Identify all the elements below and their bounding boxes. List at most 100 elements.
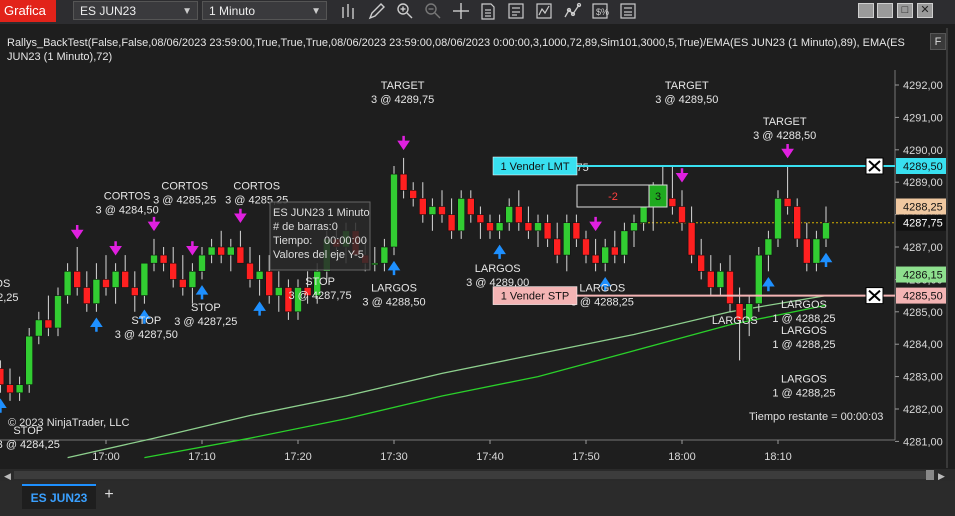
position-pnl: -2 bbox=[608, 191, 618, 203]
price-tick-label: 4290,00 bbox=[903, 145, 943, 157]
price-tick-label: 4282,00 bbox=[903, 404, 943, 416]
candle-body bbox=[438, 206, 446, 215]
candle-body bbox=[428, 206, 437, 215]
trade-annotation: LARGOS bbox=[475, 263, 521, 275]
price-badge-label: 4289,50 bbox=[903, 161, 943, 173]
app-title: Grafica bbox=[0, 0, 56, 22]
minimize-button[interactable] bbox=[858, 3, 874, 18]
interval-selector[interactable]: 1 Minuto ▼ bbox=[202, 1, 327, 20]
maximize-button[interactable] bbox=[877, 3, 893, 18]
candle-body bbox=[524, 222, 533, 232]
price-tick-label: 4284,00 bbox=[903, 339, 943, 351]
time-remaining: Tiempo restante = 00:00:03 bbox=[749, 411, 884, 423]
candle-body bbox=[495, 222, 504, 232]
chart-background bbox=[0, 28, 955, 468]
properties-icon[interactable] bbox=[508, 3, 524, 19]
candle-body bbox=[83, 287, 91, 305]
trade-annotation: 1 @ 4288,25 bbox=[772, 339, 835, 351]
trade-annotation: 1 @ 4288,25 bbox=[772, 313, 835, 325]
trade-annotation: CORTOS bbox=[161, 181, 208, 193]
candle-body bbox=[274, 287, 283, 296]
data-box-icon[interactable] bbox=[481, 3, 495, 20]
tooltip-line-3: Tiempo: bbox=[273, 235, 312, 247]
close-button[interactable]: ✕ bbox=[917, 3, 933, 18]
candle-body bbox=[812, 238, 821, 264]
candle-body bbox=[15, 384, 24, 394]
candle-body bbox=[697, 254, 706, 272]
candle-body bbox=[121, 270, 129, 288]
add-tab-button[interactable]: + bbox=[101, 486, 117, 504]
candle-body bbox=[466, 198, 475, 215]
time-tick-label: 18:00 bbox=[668, 451, 696, 463]
scroll-track[interactable] bbox=[14, 471, 926, 479]
position-qty: 3 bbox=[655, 191, 661, 203]
price-badge-label: 4285,50 bbox=[903, 291, 943, 303]
crosshair-icon[interactable] bbox=[453, 3, 469, 19]
trade-annotation: 3 @ 4288,50 bbox=[753, 130, 816, 142]
price-tick-label: 4285,00 bbox=[903, 307, 943, 319]
pencil-icon[interactable] bbox=[368, 3, 385, 20]
time-tick-label: 17:10 bbox=[188, 451, 216, 463]
position-box[interactable]: -2 3 bbox=[576, 184, 668, 208]
trade-annotation: STOP bbox=[131, 315, 161, 327]
horizontal-scrollbar[interactable]: ◀ ▶ bbox=[0, 469, 955, 481]
trade-annotation: LARGOS bbox=[712, 315, 758, 327]
candle-body bbox=[150, 254, 158, 264]
price-badge-label: 4287,75 bbox=[903, 218, 943, 230]
restore-button[interactable]: □ bbox=[897, 3, 913, 18]
order-label: 1 Vender STP bbox=[501, 291, 570, 303]
price-tick-label: 4291,00 bbox=[903, 112, 943, 124]
zoom-out-icon[interactable] bbox=[425, 3, 441, 19]
candle-body bbox=[179, 279, 187, 288]
instrument-selector[interactable]: ES JUN23 ▼ bbox=[73, 1, 198, 20]
price-tick-label: 4287,00 bbox=[903, 242, 943, 254]
panel-button[interactable]: F bbox=[930, 33, 946, 50]
trade-annotation: 3 @ 4289,50 bbox=[655, 94, 718, 106]
candle-body bbox=[418, 198, 427, 215]
trade-annotation: 3 @ 4284,25 bbox=[0, 439, 60, 451]
candle-body bbox=[198, 254, 206, 272]
tooltip-line-1: ES JUN23 1 Minuto bbox=[273, 207, 370, 219]
instrument-value: ES JUN23 bbox=[80, 4, 137, 18]
strategies-icon[interactable] bbox=[536, 3, 552, 19]
trade-annotation: LARGOS bbox=[579, 283, 625, 295]
indicators-icon[interactable] bbox=[564, 2, 582, 18]
chart-style-icon[interactable] bbox=[620, 3, 636, 19]
bar-chart-icon[interactable] bbox=[342, 4, 354, 19]
trade-annotation: 3 @ 4282,25 bbox=[0, 292, 19, 304]
settings-icon[interactable]: $% bbox=[592, 3, 609, 19]
candle-body bbox=[562, 222, 571, 256]
candle-body bbox=[246, 262, 254, 280]
trade-annotation: TARGET bbox=[763, 116, 807, 128]
price-chart[interactable]: CORTOS 3 @ 4282,25 STOP 3 @ 4284,25 CORTOS 3 … bbox=[0, 28, 955, 468]
trade-annotation: STOP bbox=[305, 276, 335, 288]
trade-annotation: TARGET bbox=[665, 80, 709, 92]
tooltip-line-2: # de barras:0 bbox=[273, 221, 338, 233]
chevron-down-icon: ▼ bbox=[182, 6, 192, 17]
candle-body bbox=[630, 222, 638, 232]
candle-body bbox=[370, 262, 379, 266]
candle-body bbox=[111, 270, 120, 288]
candle-body bbox=[54, 295, 62, 329]
price-badge-label: 4286,15 bbox=[903, 270, 943, 282]
scroll-left-icon[interactable]: ◀ bbox=[4, 472, 11, 481]
order-label: 1 Vender LMT bbox=[500, 161, 569, 173]
price-tick-label: 4283,00 bbox=[903, 372, 943, 384]
candle-body bbox=[793, 206, 802, 240]
candle-body bbox=[476, 214, 485, 224]
candle-body bbox=[6, 384, 14, 394]
candle-body bbox=[822, 222, 830, 240]
scroll-thumb[interactable] bbox=[926, 470, 934, 480]
candle-body bbox=[716, 270, 725, 288]
chevron-down-icon: ▼ bbox=[311, 6, 321, 17]
candle-body bbox=[447, 214, 456, 232]
copyright: © 2023 NinjaTrader, LLC bbox=[8, 417, 130, 429]
candle-body bbox=[399, 173, 408, 191]
trade-annotation: STOP bbox=[191, 302, 221, 314]
zoom-in-icon[interactable] bbox=[397, 3, 413, 19]
trade-annotation: CORTOS bbox=[233, 181, 280, 193]
tab-es-jun23[interactable]: ES JUN23 bbox=[22, 484, 96, 509]
tab-bar: ES JUN23 + bbox=[0, 481, 955, 516]
interval-value: 1 Minuto bbox=[209, 4, 256, 18]
scroll-right-icon[interactable]: ▶ bbox=[938, 472, 945, 481]
